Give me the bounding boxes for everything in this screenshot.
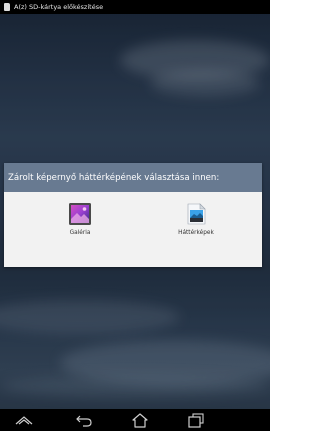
sd-card-icon [4, 3, 10, 11]
wallpapers-option-label: Háttérképek [178, 230, 214, 236]
up-icon [15, 416, 33, 425]
wallpaper-source-dialog: Zárolt képernyő háttérképének választása… [4, 163, 262, 267]
lockscreen-wallpaper-picker-screen: A(z) SD-kártya előkészítése Zárolt képer… [0, 0, 270, 431]
gallery-icon [68, 202, 92, 226]
back-button[interactable] [74, 412, 94, 428]
gallery-option[interactable]: Galéria [45, 202, 115, 252]
recent-apps-button[interactable] [186, 412, 206, 428]
home-icon [132, 413, 148, 428]
dialog-options: Galéria Háttérképek [4, 192, 262, 267]
up-button[interactable] [14, 412, 34, 428]
wallpapers-option[interactable]: Háttérképek [161, 202, 231, 252]
dialog-header: Zárolt képernyő háttérképének választása… [4, 163, 262, 192]
navigation-bar [0, 409, 270, 431]
status-bar: A(z) SD-kártya előkészítése [0, 0, 270, 14]
dialog-title: Zárolt képernyő háttérképének választása… [8, 172, 220, 183]
status-notification-text: A(z) SD-kártya előkészítése [14, 3, 104, 11]
gallery-option-label: Galéria [69, 230, 91, 236]
back-icon [76, 415, 92, 427]
recents-icon [188, 413, 204, 428]
wallpapers-icon [184, 202, 208, 226]
home-button[interactable] [130, 412, 150, 428]
